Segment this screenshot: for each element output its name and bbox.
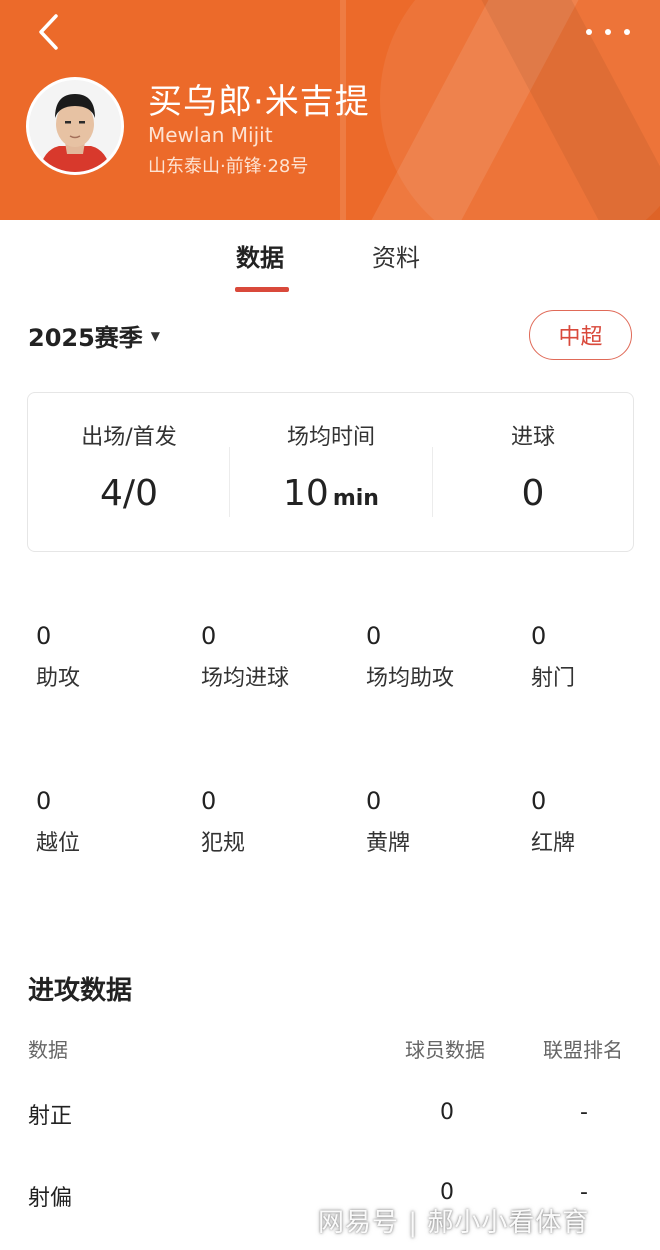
back-button[interactable] (28, 12, 68, 52)
stat-value: 0 (201, 787, 217, 815)
stat-value: 0 (201, 622, 217, 650)
player-photo-icon (29, 80, 121, 172)
table-row-rank: - (580, 1100, 588, 1125)
stat-value: 0 (531, 787, 547, 815)
summary-value: 10 min (283, 473, 379, 514)
stat-assists-per-game: 0 场均助攻 (366, 622, 516, 692)
column-header-player: 球员数据 (405, 1038, 485, 1062)
player-name-cn: 买乌郎·米吉提 (148, 82, 370, 122)
stat-value: 0 (36, 622, 52, 650)
tab-bar: 数据 资料 (0, 220, 660, 300)
player-avatar (26, 77, 124, 175)
table-row-label: 射偏 (28, 1186, 73, 1211)
more-dot-icon (586, 29, 592, 35)
tab-data[interactable]: 数据 (236, 238, 284, 273)
stat-yellow-cards: 0 黄牌 (366, 787, 516, 857)
summary-value: 0 (521, 473, 545, 514)
player-team-info: 山东泰山·前锋·28号 (148, 156, 309, 177)
stat-goals-per-game: 0 场均进球 (201, 622, 351, 692)
stat-value: 0 (366, 787, 382, 815)
column-header-stat: 数据 (28, 1038, 68, 1062)
column-header-rank: 联盟排名 (543, 1038, 623, 1062)
stat-assists: 0 助攻 (36, 622, 186, 692)
stat-label: 黄牌 (366, 831, 411, 856)
tab-profile[interactable]: 资料 (372, 238, 420, 273)
summary-label: 场均时间 (286, 425, 375, 450)
summary-value: 4/0 (100, 473, 158, 514)
summary-appearances: 出场/首发 4/0 (28, 393, 230, 553)
stat-label: 犯规 (201, 831, 246, 856)
stat-value: 0 (531, 622, 547, 650)
season-label: 2025赛季 (28, 324, 143, 352)
stat-label: 越位 (36, 831, 81, 856)
player-name-en: Mewlan Mijit (148, 123, 273, 147)
league-filter-button[interactable]: 中超 (529, 310, 632, 360)
caret-down-icon: ▼ (150, 328, 161, 343)
season-selector[interactable]: 2025赛季 ▼ (28, 318, 160, 353)
stat-value: 0 (366, 622, 382, 650)
stat-offsides: 0 越位 (36, 787, 186, 857)
stat-label: 助攻 (36, 666, 81, 691)
attack-section-title: 进攻数据 (28, 976, 133, 1006)
stat-red-cards: 0 红牌 (531, 787, 660, 857)
stat-label: 场均助攻 (366, 666, 455, 691)
more-dot-icon (624, 29, 630, 35)
stat-value: 0 (36, 787, 52, 815)
summary-card: 出场/首发 4/0 场均时间 10 min 进球 0 (27, 392, 634, 552)
stat-shots: 0 射门 (531, 622, 660, 692)
summary-unit: min (332, 486, 379, 511)
more-dot-icon (605, 29, 611, 35)
more-options-button[interactable] (586, 18, 630, 46)
stat-fouls: 0 犯规 (201, 787, 351, 857)
stat-label: 场均进球 (201, 666, 290, 691)
chevron-left-icon (39, 14, 58, 50)
summary-label: 出场/首发 (81, 425, 177, 450)
summary-label: 进球 (510, 425, 555, 450)
table-row-player-value: 0 (440, 1100, 454, 1125)
stat-label: 红牌 (531, 831, 576, 856)
watermark-text: 网易号 | 郝小小看体育 (318, 1208, 590, 1238)
player-header: 买乌郎·米吉提 Mewlan Mijit 山东泰山·前锋·28号 (0, 0, 660, 220)
summary-goals: 进球 0 (432, 393, 634, 553)
active-tab-indicator (235, 287, 289, 292)
table-row-label: 射正 (28, 1104, 73, 1129)
summary-avg-time: 场均时间 10 min (230, 393, 432, 553)
stat-label: 射门 (531, 666, 576, 691)
